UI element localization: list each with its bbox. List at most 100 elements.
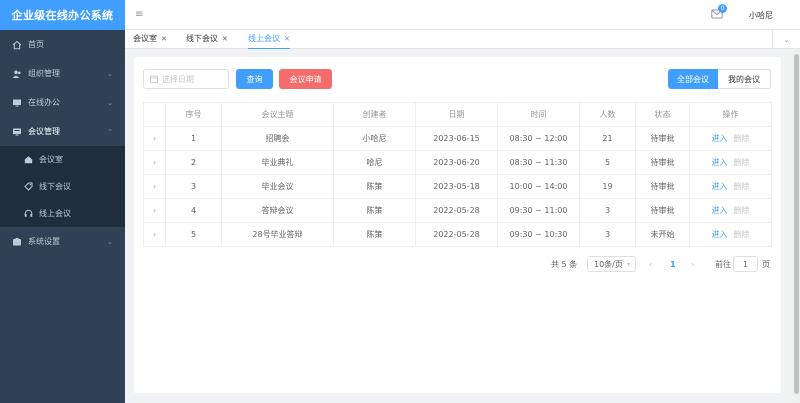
room-icon bbox=[24, 155, 33, 164]
users-icon bbox=[12, 69, 22, 79]
sidebar-item-meeting-management[interactable]: 会议管理 ⌃ bbox=[0, 117, 125, 146]
goto-label: 前往 bbox=[715, 259, 731, 269]
vertical-scrollbar[interactable] bbox=[793, 50, 800, 403]
scrollbar-thumb[interactable] bbox=[794, 54, 799, 394]
cell-time: 08:30 ~ 11:30 bbox=[497, 150, 580, 175]
delete-link[interactable]: 删除 bbox=[734, 134, 750, 143]
monitor-icon bbox=[12, 98, 22, 108]
tab-label: 线下会议 bbox=[186, 34, 218, 43]
cell-no: 5 bbox=[165, 222, 222, 247]
all-meetings-button[interactable]: 全部会议 bbox=[668, 69, 718, 89]
hamburger-icon[interactable]: ≡ bbox=[135, 9, 143, 20]
chevron-down-icon[interactable]: ⌄ bbox=[772, 30, 800, 49]
cell-creator: 小哈尼 bbox=[333, 126, 416, 151]
cell-time: 08:30 ~ 12:00 bbox=[497, 126, 580, 151]
sidebar-item-label: 组织管理 bbox=[28, 69, 60, 78]
cell-actions: 进入 删除 bbox=[689, 150, 772, 175]
sidebar-item-label: 在线办公 bbox=[28, 98, 60, 107]
cell-count: 5 bbox=[579, 150, 636, 175]
cell-date: 2023-06-20 bbox=[415, 150, 498, 175]
tab-online-meeting[interactable]: 线上会议 ✕ bbox=[248, 30, 290, 49]
meeting-icon bbox=[12, 127, 22, 137]
tab-offline-meeting[interactable]: 线下会议 ✕ bbox=[186, 30, 228, 49]
content-card: 选择日期 查询 会议申请 全部会议 我的会议 序号 会议主题 创建者 日期 时间… bbox=[134, 57, 781, 393]
sidebar-item-online-meeting[interactable]: 线上会议 bbox=[0, 200, 125, 227]
next-page-icon[interactable]: › bbox=[691, 256, 694, 272]
chevron-right-icon[interactable]: › bbox=[153, 206, 156, 215]
sidebar-item-meeting-room[interactable]: 会议室 bbox=[0, 146, 125, 173]
table-row: › 3 毕业会议 陈策 2023-05-18 10:00 ~ 14:00 19 … bbox=[143, 174, 772, 199]
cell-actions: 进入 删除 bbox=[689, 126, 772, 151]
query-button[interactable]: 查询 bbox=[236, 69, 273, 89]
top-header: ≡ 0 小哈尼 bbox=[125, 0, 800, 30]
sidebar-item-online-office[interactable]: 在线办公 ⌄ bbox=[0, 88, 125, 117]
cell-date: 2022-05-28 bbox=[415, 222, 498, 247]
chevron-down-icon: ⌄ bbox=[107, 69, 113, 78]
enter-link[interactable]: 进入 bbox=[712, 182, 728, 191]
meetings-table: 序号 会议主题 创建者 日期 时间 人数 状态 操作 › 1 招聘会 小哈尼 2… bbox=[143, 102, 772, 247]
page-number-current[interactable]: 1 bbox=[670, 256, 676, 272]
close-icon[interactable]: ✕ bbox=[161, 35, 167, 43]
cell-time: 09:30 ~ 10:30 bbox=[497, 222, 580, 247]
my-meetings-button[interactable]: 我的会议 bbox=[718, 69, 771, 89]
chevron-right-icon[interactable]: › bbox=[153, 158, 156, 167]
date-picker-input[interactable]: 选择日期 bbox=[143, 69, 229, 89]
close-icon[interactable]: ✕ bbox=[222, 35, 228, 43]
cell-status: 待审批 bbox=[635, 198, 690, 223]
tab-label: 线上会议 bbox=[248, 34, 280, 43]
cell-count: 3 bbox=[579, 198, 636, 223]
table-row: › 2 毕业典礼 哈尼 2023-06-20 08:30 ~ 11:30 5 待… bbox=[143, 150, 772, 175]
cell-date: 2022-05-28 bbox=[415, 198, 498, 223]
enter-link[interactable]: 进入 bbox=[712, 158, 728, 167]
chevron-right-icon[interactable]: › bbox=[153, 182, 156, 191]
cell-creator: 陈策 bbox=[333, 198, 416, 223]
prev-page-icon[interactable]: ‹ bbox=[649, 256, 652, 272]
cell-topic: 毕业典礼 bbox=[221, 150, 334, 175]
delete-link[interactable]: 删除 bbox=[734, 230, 750, 239]
calendar-icon bbox=[150, 75, 158, 83]
expand-column-header bbox=[143, 102, 166, 127]
close-icon[interactable]: ✕ bbox=[284, 35, 290, 43]
cell-time: 09:30 ~ 11:00 bbox=[497, 198, 580, 223]
chevron-down-icon: ▾ bbox=[626, 260, 630, 268]
tab-meeting-room[interactable]: 会议室 ✕ bbox=[133, 30, 167, 49]
table-row: › 5 28号毕业答辩 陈策 2022-05-28 09:30 ~ 10:30 … bbox=[143, 222, 772, 247]
enter-link[interactable]: 进入 bbox=[712, 230, 728, 239]
page-unit-label: 页 bbox=[762, 259, 770, 269]
page-size-value: 10条/页 bbox=[594, 259, 623, 269]
goto-page-input[interactable]: 1 bbox=[733, 256, 758, 272]
apply-meeting-button[interactable]: 会议申请 bbox=[279, 69, 332, 89]
cell-count: 21 bbox=[579, 126, 636, 151]
column-header: 人数 bbox=[579, 102, 636, 127]
sidebar-item-label: 线上会议 bbox=[39, 209, 71, 218]
user-name[interactable]: 小哈尼 bbox=[749, 10, 773, 21]
chevron-right-icon[interactable]: › bbox=[153, 134, 156, 143]
tabs-bar: 会议室 ✕ 线下会议 ✕ 线上会议 ✕ ⌄ bbox=[125, 30, 800, 49]
cell-topic: 毕业会议 bbox=[221, 174, 334, 199]
cell-count: 3 bbox=[579, 222, 636, 247]
sidebar-item-home[interactable]: 首页 bbox=[0, 30, 125, 59]
sidebar-item-label: 会议管理 bbox=[28, 127, 60, 136]
sidebar-item-offline-meeting[interactable]: 线下会议 bbox=[0, 173, 125, 200]
chevron-up-icon: ⌃ bbox=[107, 127, 113, 136]
sidebar: 企业级在线办公系统 首页 组织管理 ⌄ 在线办公 ⌄ 会议管理 ⌃ 会议室 线下… bbox=[0, 0, 125, 403]
page-size-select[interactable]: 10条/页 ▾ bbox=[587, 256, 636, 272]
delete-link[interactable]: 删除 bbox=[734, 206, 750, 215]
delete-link[interactable]: 删除 bbox=[734, 182, 750, 191]
sidebar-item-system-settings[interactable]: 系统设置 ⌄ bbox=[0, 227, 125, 256]
delete-link[interactable]: 删除 bbox=[734, 158, 750, 167]
headset-icon bbox=[24, 209, 33, 218]
enter-link[interactable]: 进入 bbox=[712, 134, 728, 143]
cell-count: 19 bbox=[579, 174, 636, 199]
tab-label: 会议室 bbox=[133, 34, 157, 43]
enter-link[interactable]: 进入 bbox=[712, 206, 728, 215]
home-icon bbox=[12, 40, 22, 50]
sidebar-item-label: 首页 bbox=[28, 40, 44, 49]
cell-status: 待审批 bbox=[635, 150, 690, 175]
sidebar-item-organization[interactable]: 组织管理 ⌄ bbox=[0, 59, 125, 88]
chevron-right-icon[interactable]: › bbox=[153, 230, 156, 239]
cell-topic: 28号毕业答辩 bbox=[221, 222, 334, 247]
table-row: › 4 答辩会议 陈策 2022-05-28 09:30 ~ 11:00 3 待… bbox=[143, 198, 772, 223]
cell-no: 4 bbox=[165, 198, 222, 223]
cell-actions: 进入 删除 bbox=[689, 222, 772, 247]
